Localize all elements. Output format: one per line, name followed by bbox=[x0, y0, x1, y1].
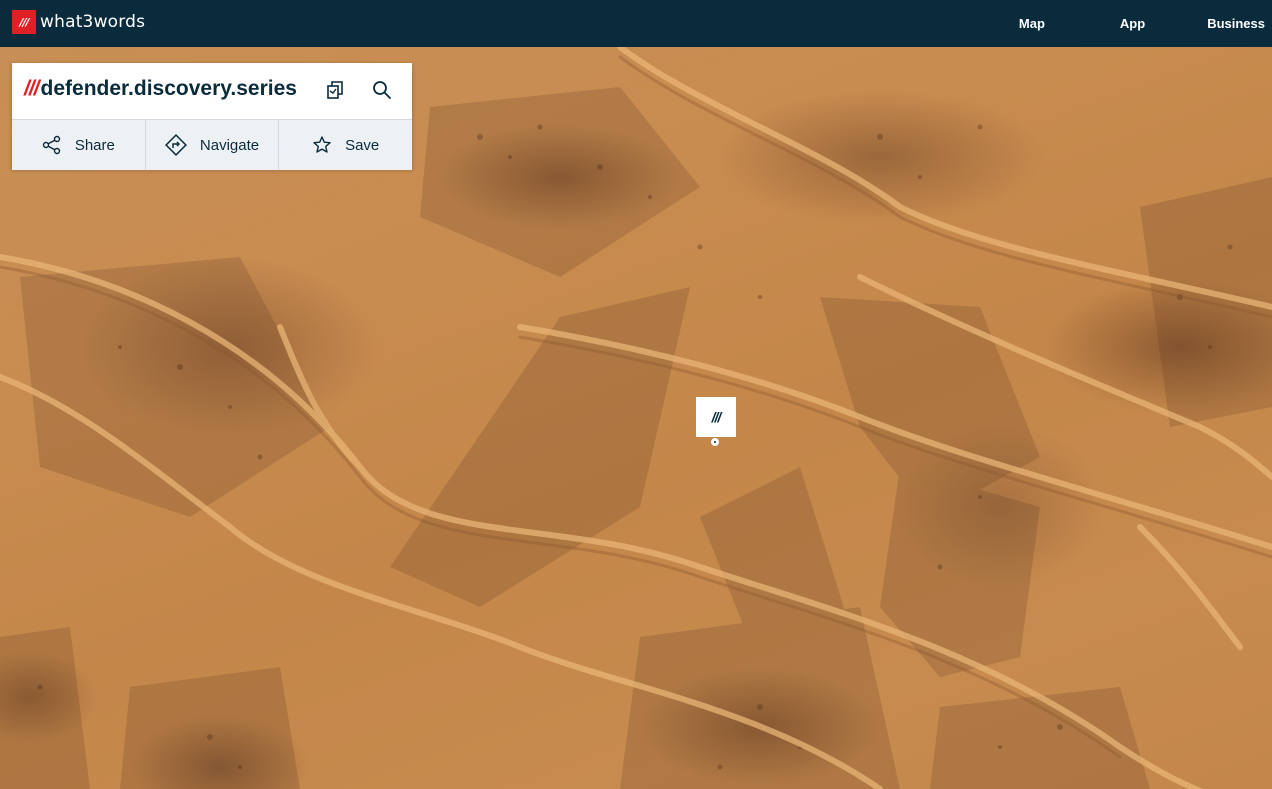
address-card: ///defender.discovery.series Share Navig… bbox=[12, 63, 412, 170]
share-icon bbox=[42, 135, 62, 155]
location-marker[interactable]: /// bbox=[696, 397, 736, 437]
nav-link-business[interactable]: Business bbox=[1207, 16, 1265, 31]
save-label: Save bbox=[345, 136, 380, 154]
nav-link-app[interactable]: App bbox=[1120, 16, 1145, 31]
navigate-icon bbox=[164, 134, 187, 156]
brand-name: what3words bbox=[40, 12, 146, 32]
star-icon bbox=[312, 135, 332, 155]
copy-button[interactable] bbox=[323, 77, 349, 103]
share-button[interactable]: Share bbox=[12, 120, 145, 170]
top-navigation-bar: /// what3words Map App Business bbox=[0, 0, 1272, 47]
search-icon bbox=[373, 81, 391, 99]
nav-link-map[interactable]: Map bbox=[1019, 16, 1045, 31]
address-actions: Share Navigate Save bbox=[12, 119, 412, 170]
address-text: defender.discovery.series bbox=[40, 77, 297, 100]
save-button[interactable]: Save bbox=[278, 120, 412, 170]
three-word-address[interactable]: ///defender.discovery.series bbox=[24, 77, 297, 101]
address-card-header: ///defender.discovery.series bbox=[12, 63, 412, 119]
navigate-button[interactable]: Navigate bbox=[144, 120, 279, 170]
brand-logo[interactable]: /// what3words bbox=[12, 10, 145, 34]
share-label: Share bbox=[74, 136, 115, 154]
copy-icon bbox=[327, 81, 343, 99]
navigate-label: Navigate bbox=[199, 136, 260, 154]
address-prefix: /// bbox=[24, 77, 39, 100]
brand-mark-icon: /// bbox=[12, 10, 36, 34]
main-nav: Map App Business bbox=[1019, 0, 1272, 47]
search-button[interactable] bbox=[369, 77, 395, 103]
location-pin-dot bbox=[711, 438, 719, 446]
